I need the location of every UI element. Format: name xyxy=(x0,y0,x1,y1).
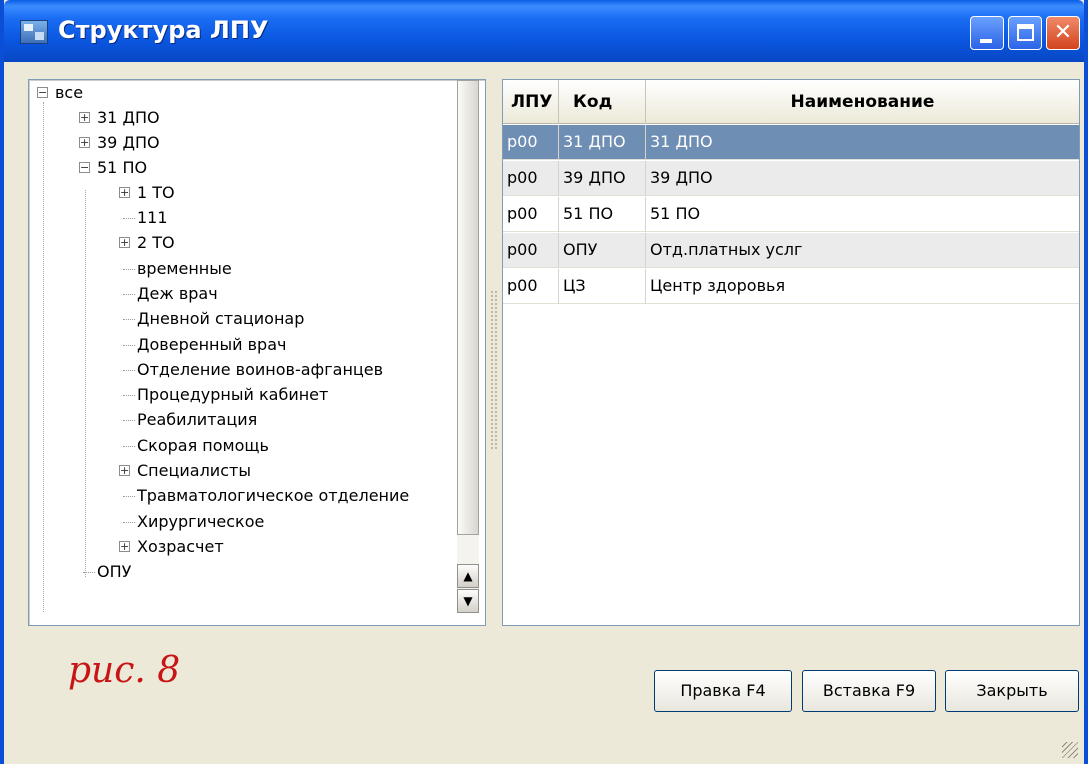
tree-connector xyxy=(123,269,135,270)
window: Структура ЛПУ ✕ − все + 31 ДПО + 39 ДПО … xyxy=(0,0,1088,764)
scroll-up-button[interactable]: ▲ xyxy=(457,564,479,588)
tree-connector xyxy=(123,420,135,421)
window-title: Структура ЛПУ xyxy=(58,16,269,44)
table-row[interactable]: р00 51 ПО 51 ПО xyxy=(503,197,1079,232)
arrow-down-icon: ▼ xyxy=(463,594,473,608)
tree-connector xyxy=(83,572,95,573)
close-button[interactable]: Закрыть xyxy=(945,670,1079,712)
scroll-thumb[interactable] xyxy=(457,80,479,535)
expand-icon[interactable]: + xyxy=(119,187,130,198)
table-row[interactable]: р00 31 ДПО 31 ДПО xyxy=(503,125,1079,160)
app-structure-icon xyxy=(20,20,48,44)
minimize-icon xyxy=(980,39,992,43)
scroll-down-button[interactable]: ▼ xyxy=(457,589,479,613)
maximize-icon xyxy=(1017,24,1034,41)
expand-icon[interactable]: + xyxy=(119,541,130,552)
maximize-button[interactable] xyxy=(1008,16,1042,50)
tree-connector xyxy=(123,395,135,396)
tree-connector xyxy=(123,496,135,497)
structure-grid[interactable]: ЛПУ Код Наименование р00 31 ДПО 31 ДПО р… xyxy=(502,79,1080,626)
expand-icon[interactable]: + xyxy=(79,112,90,123)
expand-icon[interactable]: + xyxy=(119,465,130,476)
insert-button[interactable]: Вставка F9 xyxy=(802,670,936,712)
tree-connector xyxy=(123,345,135,346)
edit-button[interactable]: Правка F4 xyxy=(654,670,792,712)
expand-icon[interactable]: + xyxy=(79,137,90,148)
close-window-button[interactable]: ✕ xyxy=(1046,16,1080,50)
column-header-lpu[interactable]: ЛПУ xyxy=(503,80,559,124)
table-row[interactable]: р00 ОПУ Отд.платных услг xyxy=(503,233,1079,268)
tree-connector xyxy=(123,218,135,219)
collapse-icon[interactable]: − xyxy=(79,162,90,173)
column-header-code[interactable]: Код xyxy=(559,80,646,124)
tree-connector xyxy=(123,446,135,447)
tree-connector xyxy=(123,522,135,523)
grid-header: ЛПУ Код Наименование xyxy=(503,80,1079,124)
tree-connector xyxy=(123,370,135,371)
panel-splitter[interactable] xyxy=(490,290,498,450)
table-row[interactable]: р00 ЦЗ Центр здоровья xyxy=(503,269,1079,304)
arrow-up-icon: ▲ xyxy=(463,569,473,583)
close-icon: ✕ xyxy=(1053,20,1073,45)
tree-guide-line xyxy=(43,102,44,612)
column-header-name[interactable]: Наименование xyxy=(646,80,1079,124)
tree-guide-line xyxy=(85,190,86,577)
title-bar[interactable]: Структура ЛПУ ✕ xyxy=(4,0,1084,62)
resize-grip-icon[interactable] xyxy=(1062,742,1078,758)
minimize-button[interactable] xyxy=(970,16,1004,50)
tree-scrollbar[interactable]: ▲ ▲ ▼ xyxy=(457,80,479,613)
tree-connector xyxy=(123,319,135,320)
collapse-icon[interactable]: − xyxy=(37,87,48,98)
structure-tree[interactable]: − все + 31 ДПО + 39 ДПО − 51 ПО + 1 ТО 1… xyxy=(28,79,486,626)
table-row[interactable]: р00 39 ДПО 39 ДПО xyxy=(503,161,1079,196)
expand-icon[interactable]: + xyxy=(119,237,130,248)
figure-caption: рис. 8 xyxy=(68,650,181,691)
tree-connector xyxy=(123,294,135,295)
